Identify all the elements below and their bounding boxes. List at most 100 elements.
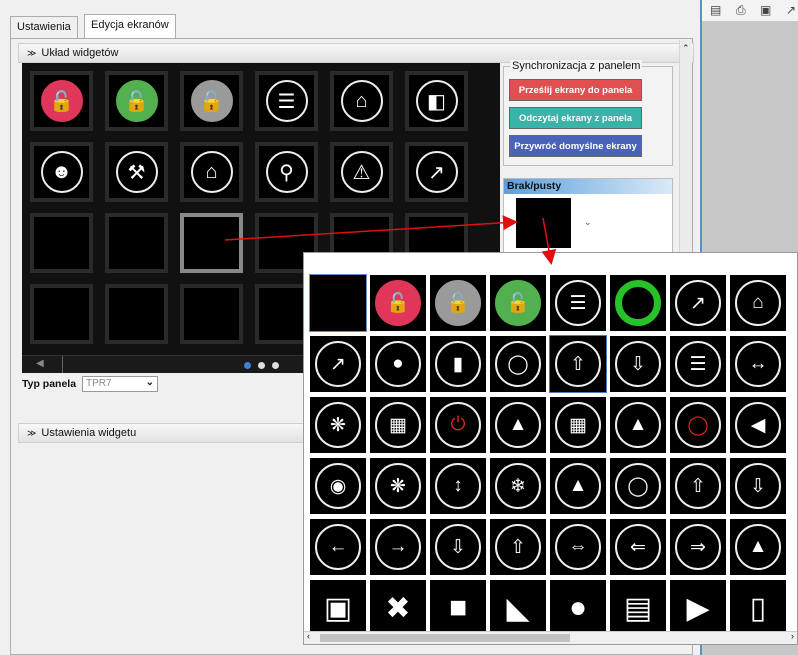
widget-tile-tools[interactable]: ⚒ [105, 142, 168, 202]
widget-tile-file-search[interactable]: ⚲ [255, 142, 318, 202]
widget-tile-lock-green[interactable]: 🔓 [105, 71, 168, 131]
gallery-item-gate-right[interactable]: → [370, 519, 426, 575]
send-screens-button[interactable]: Prześlij ekrany do panela [509, 79, 642, 101]
gallery-item-empty[interactable] [309, 274, 367, 332]
widget-tile-home-search[interactable]: ⌂ [330, 71, 393, 131]
gallery-item-cutlery[interactable]: ✖ [370, 580, 426, 636]
gallery-item-blind-up[interactable]: ⇧ [549, 335, 607, 393]
restore-screens-button[interactable]: Przywróć domyślne ekrany [509, 135, 642, 157]
gallery-item-slide-right[interactable]: ⇒ [670, 519, 726, 575]
gallery-item-home-search[interactable]: ⌂ [730, 275, 786, 331]
scroll-left-icon[interactable]: ‹ [307, 631, 310, 641]
gallery-item-fan[interactable]: ❋ [310, 397, 366, 453]
empty-widget-slot[interactable] [30, 284, 93, 344]
treadmill-icon: ▶ [675, 585, 721, 631]
gallery-item-bath[interactable]: ■ [430, 580, 486, 636]
widget-tile-users[interactable]: ☻ [30, 142, 93, 202]
gallery-item-list-bulb[interactable]: ☰ [550, 275, 606, 331]
gallery-item-ring-green[interactable] [610, 275, 666, 331]
gallery-item-fan-small[interactable]: ❋ [370, 458, 426, 514]
horizontal-scrollbar[interactable]: ‹ › [304, 631, 797, 644]
gallery-item-gate[interactable]: ↔ [730, 336, 786, 392]
gallery-item-blinds[interactable]: ☰ [670, 336, 726, 392]
widget-tile-home-shutter[interactable]: ⌂ [180, 142, 243, 202]
gallery-item-living-room[interactable]: ▤ [610, 580, 666, 636]
toggle-off-icon: ● [375, 341, 421, 387]
gallery-item-heater[interactable]: ▦ [370, 397, 426, 453]
widget-picker[interactable]: Brak/pusty ⌄ [503, 178, 673, 258]
pager-prev-icon[interactable]: ◀ [36, 358, 44, 369]
widget-tile-list-bulb[interactable]: ☰ [255, 71, 318, 131]
widget-settings-header[interactable]: ≫ Ustawienia widgetu [18, 423, 308, 443]
read-screens-button[interactable]: Odczytaj ekrany z panela [509, 107, 642, 129]
gallery-item-play-left[interactable]: ◀ [730, 397, 786, 453]
gallery-item-lock-gray[interactable]: 🔓 [430, 275, 486, 331]
gallery-item-lock-green[interactable]: 🔓 [490, 275, 546, 331]
save-icon[interactable]: ▤ [710, 3, 721, 17]
gallery-item-bulb[interactable]: ◯ [490, 336, 546, 392]
gallery-item-teddy[interactable]: ● [550, 580, 606, 636]
empty-widget-slot[interactable] [180, 213, 243, 273]
widget-tile-chart-ai[interactable]: ↗ [405, 142, 468, 202]
vertical-scrollbar[interactable]: ⌃ [679, 40, 692, 270]
widget-preview[interactable] [516, 198, 571, 248]
gallery-item-chart-temp[interactable]: ↗ [670, 275, 726, 331]
empty-widget-slot[interactable] [105, 284, 168, 344]
tab-settings[interactable]: Ustawienia [10, 16, 78, 38]
gallery-item-barrier-up[interactable]: ⇧ [670, 458, 726, 514]
scrollbar-thumb[interactable] [320, 634, 570, 642]
gallery-item-fountain[interactable]: ▲ [490, 397, 546, 453]
copy-icon[interactable]: ▣ [760, 3, 771, 17]
gallery-item-gate-left[interactable]: ← [310, 519, 366, 575]
chevron-down-icon[interactable]: ⌄ [584, 217, 592, 228]
gallery-item-socket-red[interactable]: ◯ [670, 397, 726, 453]
scroll-right-icon[interactable]: › [791, 631, 794, 641]
empty-widget-slot[interactable] [180, 284, 243, 344]
gallery-item-blind-down[interactable]: ⇩ [610, 336, 666, 392]
scroll-up-icon[interactable]: ⌃ [682, 43, 690, 54]
gallery-item-fireplace[interactable]: ▣ [310, 580, 366, 636]
gallery-item-radiator[interactable]: ▦ [550, 397, 606, 453]
document-search-icon: ◧ [415, 80, 458, 122]
layout-section-title: Układ widgetów [41, 47, 119, 59]
home-search-icon: ⌂ [340, 80, 383, 122]
slide-left-icon: ⇐ [615, 524, 661, 570]
page-dot[interactable] [258, 362, 265, 369]
gallery-item-garage-down[interactable]: ⇩ [430, 519, 486, 575]
empty-widget-slot[interactable] [105, 213, 168, 273]
gallery-item-washer[interactable]: ◯ [610, 458, 666, 514]
gallery-item-power-red[interactable]: ⏻ [430, 397, 486, 453]
widget-tile-document-search[interactable]: ◧ [405, 71, 468, 131]
gallery-item-chart-ai[interactable]: ↗ [310, 336, 366, 392]
panel-type-select[interactable]: TPR7 ⌄ [82, 376, 158, 392]
widget-gallery-popup: 🔓 🔓 🔓 ☰ ↗ ⌂ ↗ ● ▮ ◯ ⇧ ⇩ ☰ ↔ ❋ ▦ ⏻ ▲ ▦ ▲ ◯ ◀ ◉ ❋ ↕ ❄ ▲ ◯ ⇧ ⇩ ← → ⇩ ⇧ ⇔ ⇐ ⇒ ▲ ▣ ✖… [303, 252, 798, 645]
gallery-item-spray[interactable]: ◉ [310, 458, 366, 514]
chart-icon[interactable]: ↗ [786, 3, 796, 17]
empty-widget-slot[interactable] [30, 213, 93, 273]
barrier-down-icon: ⇩ [735, 463, 781, 509]
gallery-item-garage-up[interactable]: ⇧ [490, 519, 546, 575]
gallery-item-ac-unit[interactable]: ❄ [490, 458, 546, 514]
page-dot[interactable] [244, 362, 251, 369]
gallery-item-switch[interactable]: ▮ [430, 336, 486, 392]
gallery-item-slide-left[interactable]: ⇐ [610, 519, 666, 575]
gallery-item-stairs[interactable]: ◣ [490, 580, 546, 636]
gallery-item-slide-both[interactable]: ⇔ [550, 519, 606, 575]
print-icon[interactable]: ⎙ [736, 3, 746, 18]
widget-tile-lock-red[interactable]: 🔓 [30, 71, 93, 131]
widget-tile-warning[interactable]: ⚠ [330, 142, 393, 202]
gallery-item-toggle-off[interactable]: ● [370, 336, 426, 392]
tab-screen-editor[interactable]: Edycja ekranów [84, 14, 176, 39]
gallery-item-blind-updown[interactable]: ↕ [430, 458, 486, 514]
widget-tile-lock-gray[interactable]: 🔓 [180, 71, 243, 131]
page-dot[interactable] [272, 362, 279, 369]
gallery-item-lamp-post[interactable]: ▲ [610, 397, 666, 453]
gate-left-icon: ← [315, 524, 361, 570]
gallery-item-floor-lamp[interactable]: ▲ [730, 519, 786, 575]
gallery-item-fridge[interactable]: ▯ [730, 580, 786, 636]
teddy-icon: ● [555, 585, 601, 631]
gallery-item-lock-red[interactable]: 🔓 [370, 275, 426, 331]
gallery-item-barrier-down[interactable]: ⇩ [730, 458, 786, 514]
gallery-item-ceiling-lamp[interactable]: ▲ [550, 458, 606, 514]
gallery-item-treadmill[interactable]: ▶ [670, 580, 726, 636]
